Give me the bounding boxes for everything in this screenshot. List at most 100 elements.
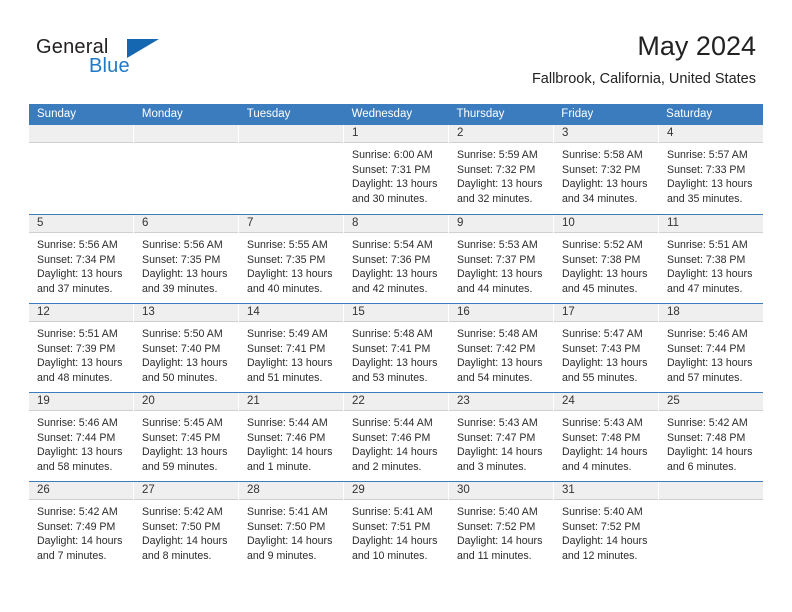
day-number-strip: 9 (449, 215, 553, 233)
calendar-day-cell[interactable]: 24 Sunrise: 5:43 AM Sunset: 7:48 PM Dayligh… (554, 393, 659, 481)
day-number: 9 (457, 217, 464, 229)
sunset-text: Sunset: 7:40 PM (142, 342, 221, 355)
sunrise-text: Sunrise: 5:51 AM (37, 328, 118, 340)
sunrise-text: Sunrise: 5:44 AM (352, 417, 433, 429)
sunrise-text: Sunrise: 5:52 AM (562, 239, 643, 251)
weekday-header-wednesday: Wednesday (351, 108, 413, 120)
calendar-day-cell[interactable]: 17 Sunrise: 5:47 AM Sunset: 7:43 PM Dayligh… (554, 304, 659, 392)
calendar-day-cell[interactable]: 7 Sunrise: 5:55 AM Sunset: 7:35 PM Daylight… (239, 215, 344, 303)
calendar-day-cell[interactable]: 20 Sunrise: 5:45 AM Sunset: 7:45 PM Dayligh… (134, 393, 239, 481)
weekday-header-friday: Friday (561, 108, 594, 120)
sunset-text: Sunset: 7:39 PM (37, 342, 116, 355)
calendar-day-cell[interactable]: 14 Sunrise: 5:49 AM Sunset: 7:41 PM Dayligh… (239, 304, 344, 392)
daylight-text-line2: and 39 minutes. (142, 282, 218, 295)
daylight-text-line2: and 55 minutes. (562, 371, 638, 384)
daylight-text-line2: and 50 minutes. (142, 371, 218, 384)
daylight-text-line1: Daylight: 13 hours (352, 268, 438, 281)
sunrise-text: Sunrise: 5:48 AM (457, 328, 538, 340)
calendar-day-cell[interactable]: 18 Sunrise: 5:46 AM Sunset: 7:44 PM Dayligh… (659, 304, 763, 392)
sunrise-text: Sunrise: 5:46 AM (37, 417, 118, 429)
day-number-strip: 28 (239, 482, 343, 500)
day-number-strip: 5 (29, 215, 133, 233)
calendar-day-cell[interactable]: 29 Sunrise: 5:41 AM Sunset: 7:51 PM Dayligh… (344, 482, 449, 570)
calendar-day-cell[interactable]: 30 Sunrise: 5:40 AM Sunset: 7:52 PM Dayligh… (449, 482, 554, 570)
day-number: 29 (352, 484, 365, 496)
day-number-strip: 27 (134, 482, 238, 500)
calendar-day-cell[interactable]: 28 Sunrise: 5:41 AM Sunset: 7:50 PM Dayligh… (239, 482, 344, 570)
day-details: Sunrise: 5:51 AM Sunset: 7:38 PM Daylight:… (659, 233, 763, 296)
sunset-text: Sunset: 7:38 PM (562, 253, 641, 266)
day-details: Sunrise: 5:53 AM Sunset: 7:37 PM Daylight:… (449, 233, 553, 296)
calendar-day-cell[interactable]: 27 Sunrise: 5:42 AM Sunset: 7:50 PM Dayligh… (134, 482, 239, 570)
daylight-text-line1: Daylight: 14 hours (457, 446, 543, 459)
daylight-text-line1: Daylight: 13 hours (37, 446, 123, 459)
sunset-text: Sunset: 7:46 PM (247, 431, 326, 444)
sunset-text: Sunset: 7:33 PM (667, 163, 746, 176)
day-number-strip: 20 (134, 393, 238, 411)
sunset-text: Sunset: 7:52 PM (457, 520, 536, 533)
daylight-text-line1: Daylight: 13 hours (562, 268, 648, 281)
day-number-strip: 15 (344, 304, 448, 322)
calendar-day-cell[interactable]: 16 Sunrise: 5:48 AM Sunset: 7:42 PM Dayligh… (449, 304, 554, 392)
calendar-day-cell[interactable]: 23 Sunrise: 5:43 AM Sunset: 7:47 PM Dayligh… (449, 393, 554, 481)
calendar-day-cell[interactable]: 2 Sunrise: 5:59 AM Sunset: 7:32 PM Daylight… (449, 125, 554, 214)
sunrise-text: Sunrise: 5:42 AM (37, 506, 118, 518)
day-number: 5 (37, 217, 44, 229)
calendar-day-cell[interactable]: 21 Sunrise: 5:44 AM Sunset: 7:46 PM Dayligh… (239, 393, 344, 481)
day-number-strip: 25 (659, 393, 763, 411)
sunset-text: Sunset: 7:44 PM (37, 431, 116, 444)
day-number-strip: 31 (554, 482, 658, 500)
calendar-week-row: 19 Sunrise: 5:46 AM Sunset: 7:44 PM Dayligh… (29, 392, 763, 481)
calendar-day-cell[interactable]: 11 Sunrise: 5:51 AM Sunset: 7:38 PM Dayligh… (659, 215, 763, 303)
daylight-text-line1: Daylight: 14 hours (667, 446, 753, 459)
calendar-day-cell[interactable]: 10 Sunrise: 5:52 AM Sunset: 7:38 PM Dayligh… (554, 215, 659, 303)
day-number: 11 (667, 217, 679, 229)
calendar-day-cell[interactable]: 19 Sunrise: 5:46 AM Sunset: 7:44 PM Dayligh… (29, 393, 134, 481)
calendar-day-cell[interactable]: 26 Sunrise: 5:42 AM Sunset: 7:49 PM Dayligh… (29, 482, 134, 570)
day-number-strip: 7 (239, 215, 343, 233)
calendar-weeks: 1 Sunrise: 6:00 AM Sunset: 7:31 PM Daylight… (29, 125, 763, 570)
day-number-strip: 6 (134, 215, 238, 233)
calendar-day-cell[interactable]: 3 Sunrise: 5:58 AM Sunset: 7:32 PM Daylight… (554, 125, 659, 214)
title-block: May 2024 Fallbrook, California, United S… (532, 30, 756, 88)
sunrise-text: Sunrise: 5:51 AM (667, 239, 748, 251)
day-number-strip: 16 (449, 304, 553, 322)
daylight-text-line2: and 10 minutes. (352, 549, 428, 562)
day-number-strip: 26 (29, 482, 133, 500)
sunrise-text: Sunrise: 5:49 AM (247, 328, 328, 340)
day-details: Sunrise: 6:00 AM Sunset: 7:31 PM Daylight:… (344, 143, 448, 206)
calendar-day-cell[interactable]: 31 Sunrise: 5:40 AM Sunset: 7:52 PM Dayligh… (554, 482, 659, 570)
day-details: Sunrise: 5:59 AM Sunset: 7:32 PM Daylight:… (449, 143, 553, 206)
day-number-strip: 22 (344, 393, 448, 411)
day-details: Sunrise: 5:46 AM Sunset: 7:44 PM Daylight:… (29, 411, 133, 474)
calendar-day-cell[interactable]: 8 Sunrise: 5:54 AM Sunset: 7:36 PM Daylight… (344, 215, 449, 303)
daylight-text-line2: and 35 minutes. (667, 192, 743, 205)
calendar-day-cell[interactable]: 9 Sunrise: 5:53 AM Sunset: 7:37 PM Daylight… (449, 215, 554, 303)
calendar-day-cell[interactable]: 22 Sunrise: 5:44 AM Sunset: 7:46 PM Dayligh… (344, 393, 449, 481)
general-blue-logo[interactable]: General Blue (36, 36, 166, 84)
day-number: 30 (457, 484, 470, 496)
calendar-day-cell[interactable]: 15 Sunrise: 5:48 AM Sunset: 7:41 PM Dayligh… (344, 304, 449, 392)
calendar-day-cell[interactable]: 1 Sunrise: 6:00 AM Sunset: 7:31 PM Daylight… (344, 125, 449, 214)
daylight-text-line1: Daylight: 13 hours (142, 357, 228, 370)
calendar-day-cell[interactable]: 5 Sunrise: 5:56 AM Sunset: 7:34 PM Daylight… (29, 215, 134, 303)
calendar-day-cell-empty (659, 482, 763, 570)
daylight-text-line2: and 57 minutes. (667, 371, 743, 384)
sunrise-text: Sunrise: 5:40 AM (562, 506, 643, 518)
sunset-text: Sunset: 7:44 PM (667, 342, 746, 355)
calendar-day-cell[interactable]: 4 Sunrise: 5:57 AM Sunset: 7:33 PM Daylight… (659, 125, 763, 214)
daylight-text-line1: Daylight: 14 hours (142, 535, 228, 548)
calendar-day-cell[interactable]: 13 Sunrise: 5:50 AM Sunset: 7:40 PM Dayligh… (134, 304, 239, 392)
calendar-day-cell[interactable]: 6 Sunrise: 5:56 AM Sunset: 7:35 PM Daylight… (134, 215, 239, 303)
calendar-day-cell[interactable]: 25 Sunrise: 5:42 AM Sunset: 7:48 PM Dayligh… (659, 393, 763, 481)
day-number: 17 (562, 306, 575, 318)
day-number-strip: 19 (29, 393, 133, 411)
day-details: Sunrise: 5:42 AM Sunset: 7:48 PM Daylight:… (659, 411, 763, 474)
daylight-text-line2: and 45 minutes. (562, 282, 638, 295)
daylight-text-line2: and 9 minutes. (247, 549, 317, 562)
day-number: 22 (352, 395, 365, 407)
day-number: 26 (37, 484, 50, 496)
calendar-day-cell[interactable]: 12 Sunrise: 5:51 AM Sunset: 7:39 PM Dayligh… (29, 304, 134, 392)
daylight-text-line1: Daylight: 13 hours (667, 268, 753, 281)
daylight-text-line2: and 59 minutes. (142, 460, 218, 473)
